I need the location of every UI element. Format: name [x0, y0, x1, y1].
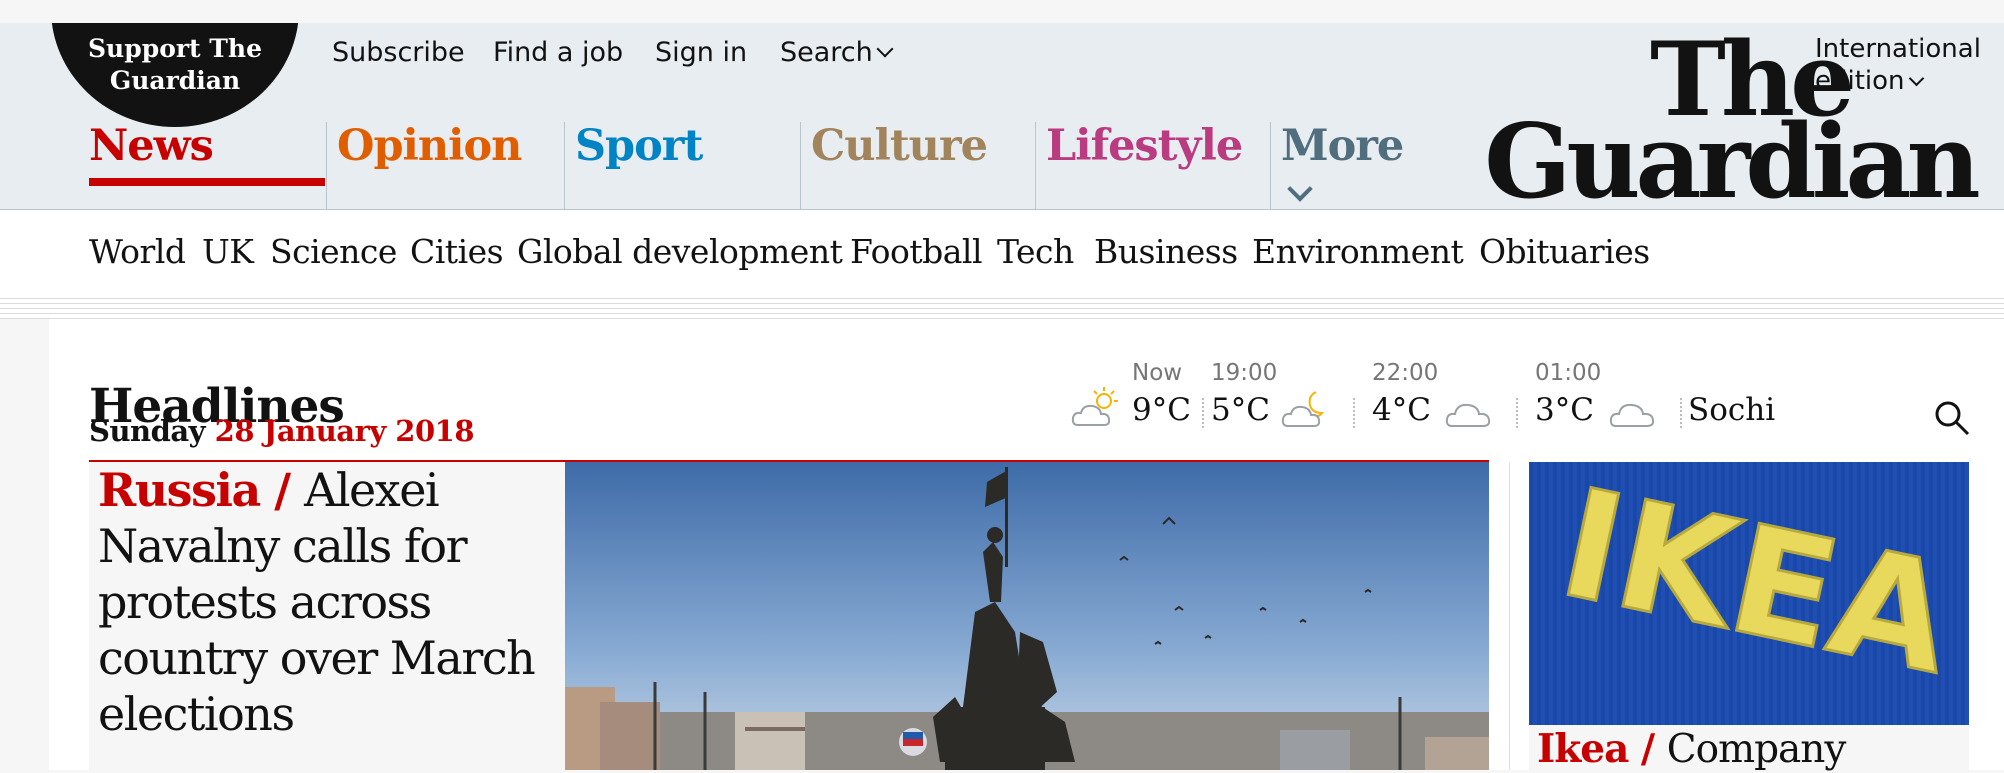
vladivostok-monument-photo: [565, 462, 1489, 770]
weather-separator: [1353, 398, 1355, 428]
weather-now-label: Now: [1132, 360, 1183, 386]
column-divider: [1509, 462, 1510, 770]
pillar-opinion[interactable]: Opinion: [326, 122, 564, 209]
subnav-environment[interactable]: Environment: [1252, 230, 1464, 274]
side-story-image[interactable]: IKEA: [1529, 462, 1969, 725]
sign-in-link[interactable]: Sign in: [655, 33, 747, 73]
cloud-icon: [1445, 403, 1491, 427]
search-dropdown-label: Search: [780, 37, 873, 68]
forecast-time: 19:00: [1211, 360, 1278, 386]
site-header: Support The Guardian Subscribe Find a jo…: [0, 23, 2004, 210]
subnav-obituaries[interactable]: Obituaries: [1479, 230, 1650, 274]
active-pillar-underline: [89, 178, 325, 186]
forecast-time: 01:00: [1535, 360, 1602, 386]
main-story-headline[interactable]: Russia / Alexei Navalny calls for protes…: [98, 462, 558, 742]
top-strip: [0, 0, 2004, 23]
subnav-tech[interactable]: Tech: [997, 230, 1074, 274]
weather-separator: [1516, 398, 1518, 428]
cloud-icon: [1609, 403, 1655, 427]
logo-line2: Guardian: [1484, 102, 1980, 210]
pillar-news[interactable]: News: [85, 121, 214, 209]
forecast-time: 22:00: [1372, 360, 1439, 386]
support-label-line1: Support The: [88, 34, 262, 63]
subscribe-link[interactable]: Subscribe: [332, 33, 465, 73]
find-a-job-link[interactable]: Find a job: [493, 33, 623, 73]
weather-location[interactable]: Sochi: [1688, 390, 1775, 430]
weather-separator: [1680, 398, 1682, 428]
pillar-lifestyle[interactable]: Lifestyle: [1035, 122, 1271, 209]
side-story-headline[interactable]: Ikea / Company: [1537, 726, 1847, 773]
pillar-culture-label: Culture: [811, 121, 988, 171]
sub-navigation: World UK Science Cities Global developme…: [0, 210, 2004, 296]
dateline-day: Sunday: [89, 414, 206, 448]
forecast-temp: 4°C: [1372, 392, 1431, 428]
chevron-down-icon: [1908, 70, 1924, 87]
edition-selector[interactable]: International edition: [1815, 33, 1981, 97]
search-icon[interactable]: [1932, 398, 1972, 438]
forecast-temp: 5°C: [1211, 392, 1270, 428]
subnav-world[interactable]: World: [89, 230, 186, 274]
partly-sunny-icon: [1071, 387, 1118, 426]
pillar-news-label: News: [89, 121, 214, 171]
subnav-uk[interactable]: UK: [202, 230, 254, 274]
subnav-science[interactable]: Science: [270, 230, 397, 274]
chevron-down-icon: [1287, 176, 1313, 202]
main-story-kicker: Russia: [98, 463, 261, 517]
main-story-image[interactable]: [565, 462, 1489, 770]
subnav-business[interactable]: Business: [1094, 230, 1238, 274]
kicker-separator: /: [259, 463, 305, 517]
kicker-separator: /: [1628, 726, 1667, 772]
subnav-global-development[interactable]: Global development: [517, 230, 843, 274]
chevron-down-icon: [876, 40, 894, 58]
dateline: Sunday 28 January 2018: [89, 411, 475, 451]
edition-label-line2: edition: [1815, 66, 1905, 96]
weather-now-temp: 9°C: [1132, 392, 1191, 428]
pillar-more[interactable]: More: [1270, 122, 1430, 209]
partly-cloudy-night-icon: [1281, 391, 1325, 427]
support-label-line2: Guardian: [109, 66, 241, 95]
dateline-date: 28 January 2018: [214, 414, 475, 448]
edition-label-line1: International: [1815, 34, 1981, 64]
weather-separator: [1202, 398, 1204, 428]
side-story-kicker: Ikea: [1537, 726, 1629, 772]
subnav-football[interactable]: Football: [850, 230, 983, 274]
ikea-sign-photo: IKEA: [1529, 462, 1969, 725]
pillar-more-label: More: [1281, 121, 1404, 171]
side-story-title: Company: [1666, 727, 1847, 772]
pillar-opinion-label: Opinion: [337, 121, 522, 171]
subnav-cities[interactable]: Cities: [410, 230, 504, 274]
pillar-culture[interactable]: Culture: [800, 122, 1036, 209]
search-dropdown[interactable]: Search: [780, 33, 894, 73]
section-divider: [0, 294, 2004, 318]
forecast-temp: 3°C: [1535, 392, 1594, 428]
support-the-guardian-button[interactable]: Support The Guardian: [51, 23, 299, 127]
pillar-sport-label: Sport: [575, 121, 703, 171]
pillar-lifestyle-label: Lifestyle: [1046, 121, 1243, 171]
pillar-sport[interactable]: Sport: [564, 122, 802, 209]
